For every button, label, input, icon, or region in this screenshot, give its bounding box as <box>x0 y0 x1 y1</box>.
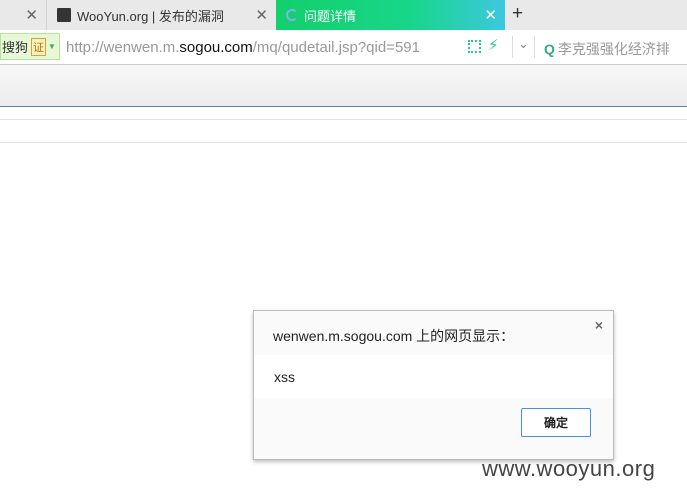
dialog-message: xss <box>274 369 295 385</box>
toolbar <box>0 65 687 107</box>
url-domain: sogou.com <box>179 39 253 56</box>
url-prefix: http://wenwen.m. <box>66 39 180 56</box>
tab-question-detail[interactable]: 问题详情 ✕ <box>276 0 505 30</box>
close-icon[interactable]: × <box>595 317 603 333</box>
watermark: www.wooyun.org <box>482 456 656 481</box>
close-tab-icon[interactable]: ✕ <box>25 6 38 24</box>
divider <box>0 119 687 120</box>
cert-icon: 证 <box>31 37 47 56</box>
engine-label: 搜狗 <box>2 40 29 55</box>
speed-mode-icon[interactable]: ⚡ <box>488 36 499 54</box>
alert-dialog: wenwen.m.sogou.com 上的网页显示： × xss 确定 <box>253 310 614 460</box>
tab-wooyun[interactable]: WooYun.org | 发布的漏洞 ✕ <box>48 0 276 30</box>
url-dropdown-icon[interactable]: ⌄ <box>512 36 535 58</box>
search-placeholder: 李克强强化经济排 <box>557 41 670 57</box>
search-icon: Q <box>544 41 555 57</box>
divider <box>0 142 687 143</box>
tab-previous[interactable]: ✕ <box>0 0 47 30</box>
caret-down-icon: ▼ <box>48 42 56 51</box>
tab-label: 问题详情 <box>304 8 357 24</box>
ok-button[interactable]: 确定 <box>521 408 591 437</box>
url-suffix: /mq/qudetail.jsp?qid=591 <box>252 39 420 56</box>
url-input[interactable]: http://wenwen.m.sogou.com/mq/qudetail.js… <box>66 39 420 56</box>
qr-code-icon[interactable] <box>468 40 481 53</box>
tab-label: WooYun.org | 发布的漏洞 <box>77 8 224 24</box>
tab-bar: ✕ WooYun.org | 发布的漏洞 ✕ 问题详情 ✕ + <box>0 0 687 30</box>
dialog-title: wenwen.m.sogou.com 上的网页显示： <box>273 328 515 344</box>
close-tab-icon[interactable]: ✕ <box>484 6 497 24</box>
close-tab-icon[interactable]: ✕ <box>255 6 268 24</box>
new-tab-button[interactable]: + <box>512 3 523 25</box>
search-input[interactable]: Q 李克强强化经济排 <box>544 39 670 59</box>
dialog-body: xss <box>254 355 613 398</box>
engine-cert-button[interactable]: 搜狗证 ▼ <box>0 33 60 60</box>
address-bar: 搜狗证 ▼ http://wenwen.m.sogou.com/mq/qudeta… <box>0 30 687 65</box>
wooyun-favicon-icon <box>57 8 71 22</box>
loading-spinner-icon <box>286 9 298 21</box>
